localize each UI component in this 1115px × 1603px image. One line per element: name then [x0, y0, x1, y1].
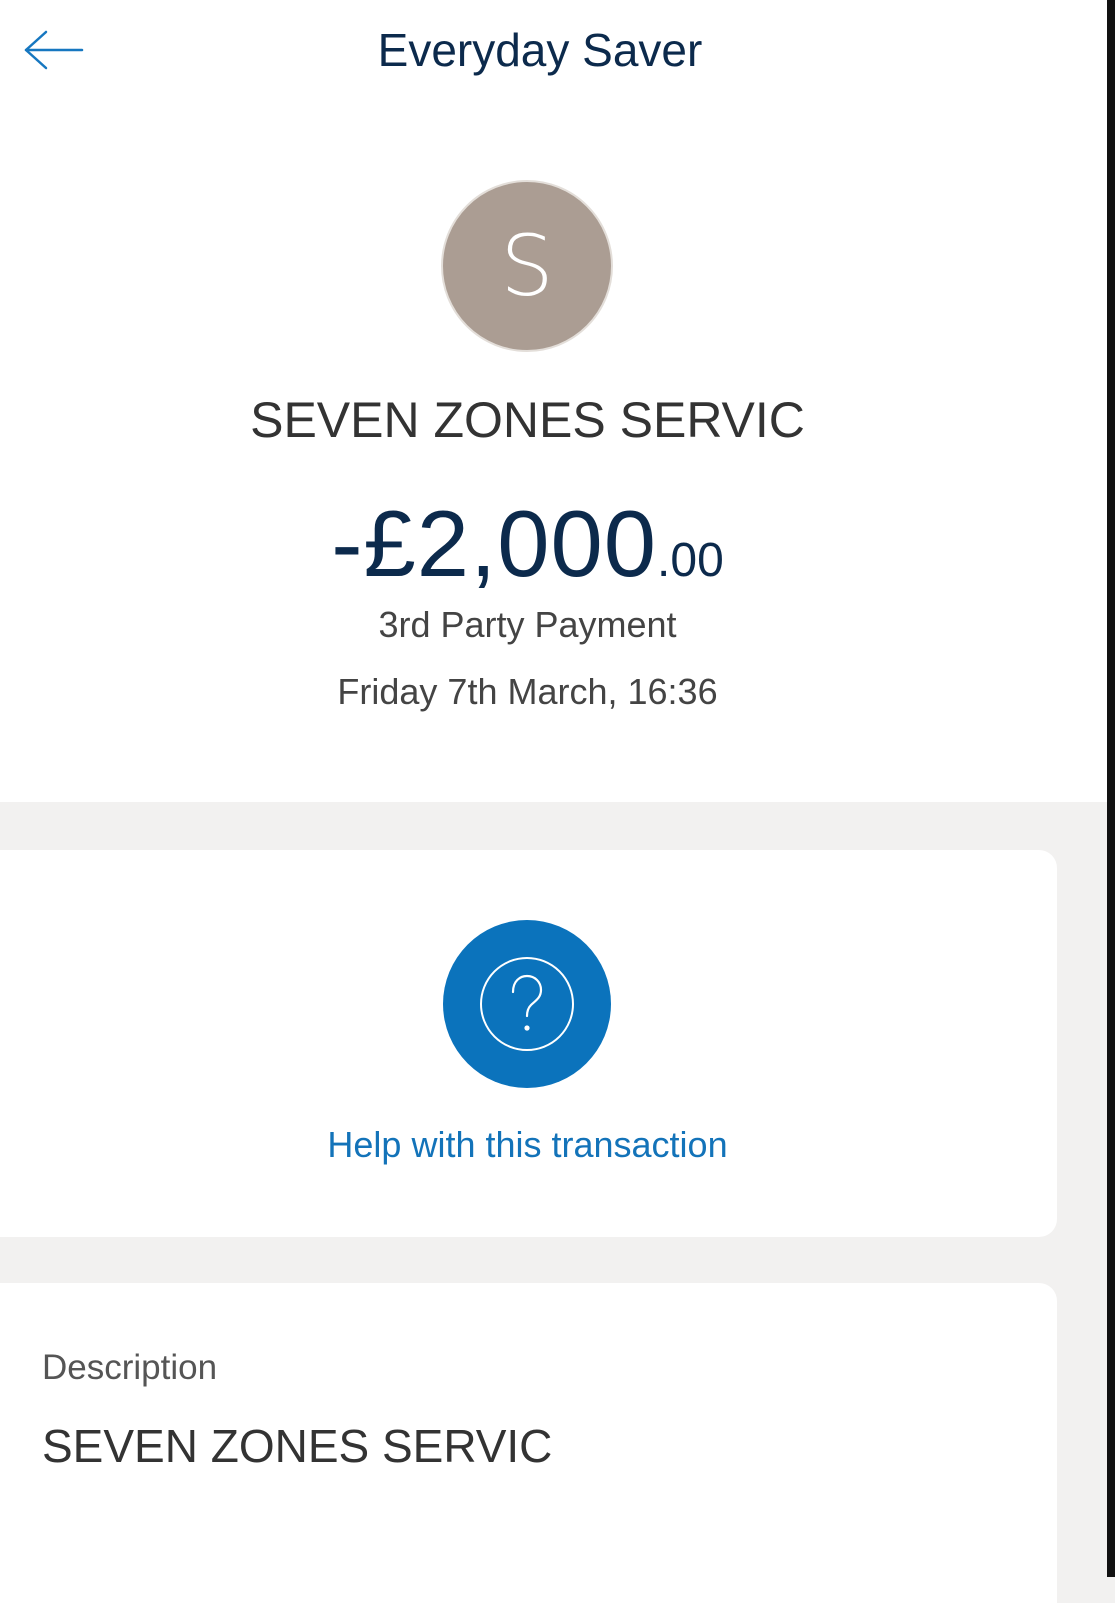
transaction-datetime: Friday 7th March, 16:36	[337, 671, 718, 712]
transaction-summary: Everyday Saver S SEVEN ZONES SERVIC -£2,…	[0, 0, 1107, 802]
description-value: SEVEN ZONES SERVIC	[42, 1420, 553, 1472]
help-with-transaction-button[interactable]: Help with this transaction	[0, 850, 1057, 1237]
transaction-type: 3rd Party Payment	[378, 604, 677, 645]
merchant-avatar: S	[441, 180, 613, 352]
page-title: Everyday Saver	[377, 24, 703, 76]
avatar-initial: S	[500, 217, 554, 315]
transaction-amount: -£2,000.00	[0, 494, 1055, 611]
merchant-name: SEVEN ZONES SERVIC	[250, 392, 805, 448]
description-card: Description SEVEN ZONES SERVIC	[0, 1283, 1057, 1603]
help-icon-circle	[443, 920, 611, 1088]
question-circle-icon	[480, 957, 574, 1051]
screen-edge	[1107, 0, 1115, 1577]
description-label: Description	[42, 1348, 218, 1387]
amount-major: -£2,000	[331, 491, 658, 596]
amount-minor: .00	[657, 534, 724, 587]
help-label: Help with this transaction	[327, 1124, 728, 1165]
